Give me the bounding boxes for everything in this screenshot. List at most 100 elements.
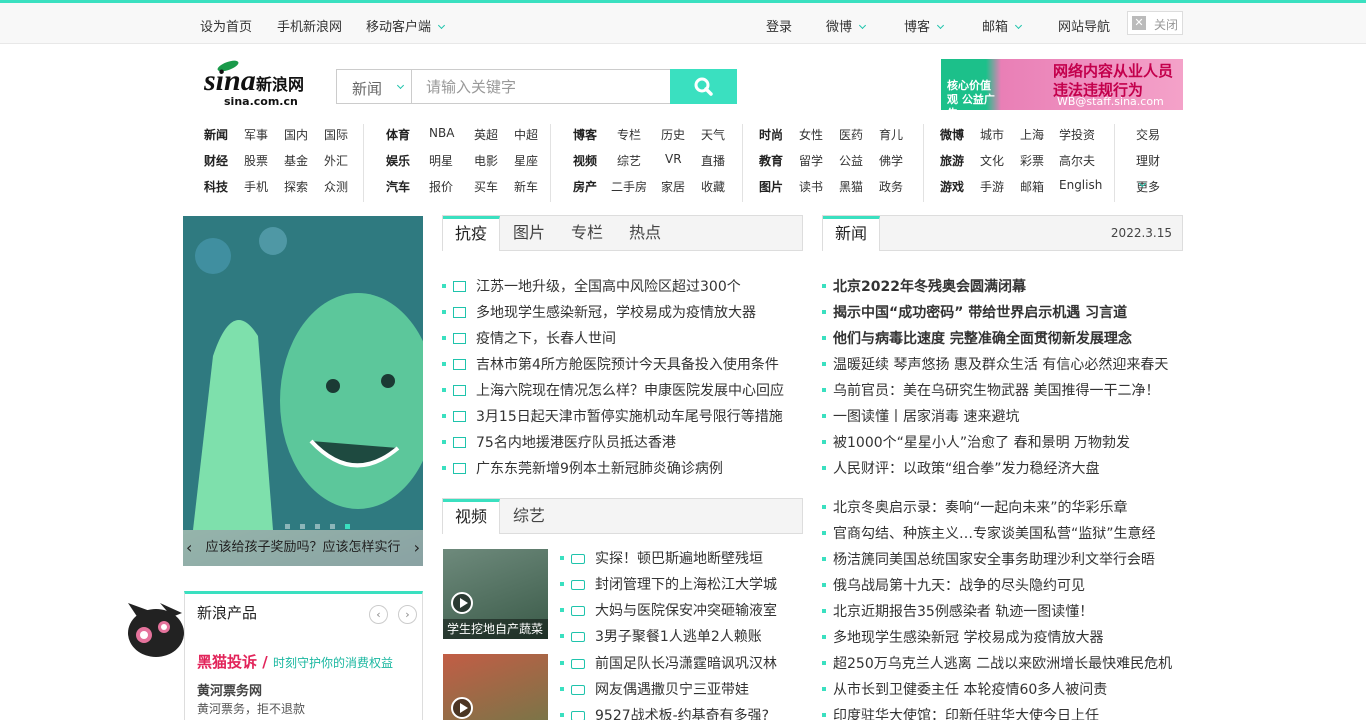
nav-link[interactable]: 收藏 — [701, 178, 725, 195]
nav-link[interactable]: 科技 — [204, 178, 228, 195]
huanghe-link[interactable]: 黄河票务网 — [197, 680, 262, 699]
nav-link[interactable]: 英超 — [474, 126, 498, 143]
nav-link[interactable]: 黑猫 — [839, 178, 863, 195]
nav-link[interactable]: 专栏 — [617, 126, 641, 143]
nav-link[interactable]: 国内 — [284, 126, 308, 143]
search-button[interactable] — [670, 69, 737, 104]
nav-link[interactable]: 电影 — [474, 152, 498, 169]
list-item[interactable]: 大妈与医院保安冲突砸输液室 — [560, 600, 777, 620]
nav-link[interactable]: 理财 — [1136, 152, 1160, 169]
photo-carousel[interactable]: ‹ 应该给孩子奖励吗？应该怎样实行 › — [183, 216, 423, 566]
nav-link[interactable]: 游戏 — [940, 178, 964, 195]
nav-link[interactable]: 基金 — [284, 152, 308, 169]
list-item[interactable]: 3男子聚餐1人逃单2人赖账 — [560, 626, 762, 646]
list-item[interactable]: 吉林市第4所方舱医院预计今天具备投入使用条件 — [442, 354, 779, 374]
nav-link[interactable]: 邮箱 — [1020, 178, 1044, 195]
nav-link[interactable]: 外汇 — [324, 152, 348, 169]
nav-link[interactable]: 手机 — [244, 178, 268, 195]
tab-variety[interactable]: 综艺 — [501, 499, 557, 534]
nav-link[interactable]: 微博 — [940, 126, 964, 143]
list-item[interactable]: 封闭管理下的上海松江大学城 — [560, 574, 777, 594]
nav-link[interactable]: 众测 — [324, 178, 348, 195]
tab-kangyi[interactable]: 抗疫 — [443, 216, 501, 251]
nav-link[interactable]: 天气 — [701, 126, 725, 143]
carousel-dot[interactable] — [315, 524, 320, 529]
list-item[interactable]: 广东东莞新增9例本土新冠肺炎确诊病例 — [442, 458, 723, 478]
nav-link[interactable]: 综艺 — [617, 152, 641, 169]
list-item[interactable]: 3月15日起天津市暂停实施机动车尾号限行等措施 — [442, 406, 783, 426]
headline-item[interactable]: 揭示中国“成功密码” 带给世界启示机遇 习言道 — [821, 302, 1127, 322]
carousel-dot[interactable] — [330, 524, 335, 529]
nav-more-menu[interactable]: 更多 — [1136, 178, 1160, 194]
headline-item[interactable]: 北京2022年冬残奥会圆满闭幕 — [822, 276, 1026, 296]
nav-link[interactable]: 国际 — [324, 126, 348, 143]
list-item[interactable]: 官商勾结、种族主义…专家谈美国私营“监狱”生意经 — [822, 523, 1156, 543]
nav-link[interactable]: 读书 — [799, 178, 823, 195]
chevron-left-icon[interactable]: ‹ — [186, 530, 192, 566]
list-item[interactable]: 被1000个“星星小人”治愈了 春和景明 万物勃发 — [821, 432, 1130, 452]
nav-link[interactable]: 二手房 — [611, 178, 647, 195]
nav-link[interactable]: English — [1059, 178, 1102, 192]
chevron-right-icon[interactable]: › — [414, 530, 420, 566]
carousel-dot[interactable] — [285, 524, 290, 529]
blog-menu[interactable]: 博客 — [904, 16, 945, 35]
login-link[interactable]: 登录 — [766, 16, 792, 35]
black-cat-mascot-icon[interactable] — [120, 593, 186, 663]
nav-link[interactable]: 高尔夫 — [1059, 152, 1095, 169]
nav-link[interactable]: 家居 — [661, 178, 685, 195]
nav-link[interactable]: 时尚 — [759, 126, 783, 143]
list-item[interactable]: 超250万乌克兰人逃离 二战以来欧洲增长最快难民危机 — [821, 653, 1172, 673]
mail-menu[interactable]: 邮箱 — [982, 16, 1023, 35]
set-home-link[interactable]: 设为首页 — [200, 16, 252, 35]
sina-logo[interactable]: sina 新浪网 sina.com.cn — [204, 60, 316, 108]
nav-link[interactable]: 股票 — [244, 152, 268, 169]
headline-item[interactable]: 他们与病毒比速度 完整准确全面贯彻新发展理念 — [822, 328, 1132, 348]
list-item[interactable]: 75名内地援港医疗队员抵达香港 — [442, 432, 676, 452]
nav-link[interactable]: 公益 — [839, 152, 863, 169]
nav-link[interactable]: 探索 — [284, 178, 308, 195]
list-item[interactable]: 北京冬奥启示录：奏响“一起向未来”的华彩乐章 — [822, 497, 1128, 517]
tab-video[interactable]: 视频 — [443, 499, 501, 534]
close-button[interactable]: ✕ 关闭 — [1127, 11, 1183, 35]
tab-photos[interactable]: 图片 — [501, 216, 557, 251]
nav-link[interactable]: 彩票 — [1020, 152, 1044, 169]
carousel-dot[interactable] — [345, 524, 350, 529]
nav-link[interactable]: 育儿 — [879, 126, 903, 143]
carousel-dot[interactable] — [300, 524, 305, 529]
tab-hot[interactable]: 热点 — [617, 216, 673, 251]
nav-link[interactable]: 交易 — [1136, 126, 1160, 143]
chevron-right-icon[interactable]: › — [398, 605, 417, 624]
list-item[interactable]: 北京近期报告35例感染者 轨迹一图读懂！ — [821, 601, 1093, 621]
nav-link[interactable]: 文化 — [980, 152, 1004, 169]
list-item[interactable]: 9527战术板-约基奇有多强? — [559, 705, 769, 720]
nav-link[interactable]: 新车 — [514, 178, 538, 195]
list-item[interactable]: 网友偶遇撒贝宁三亚带娃 — [560, 679, 749, 699]
list-item[interactable]: 人民财评：以政策“组合拳”发力稳经济大盘 — [822, 458, 1100, 478]
list-item[interactable]: 温暖延续 琴声悠扬 惠及群众生活 有信心必然迎来春天 — [821, 354, 1168, 374]
nav-link[interactable]: 上海 — [1020, 126, 1044, 143]
nav-link[interactable]: 旅游 — [940, 152, 964, 169]
nav-link[interactable]: 中超 — [514, 126, 538, 143]
nav-link[interactable]: 博客 — [573, 126, 597, 143]
list-item[interactable]: 多地现学生感染新冠 学校易成为疫情放大器 — [821, 627, 1103, 647]
nav-link[interactable]: 娱乐 — [386, 152, 410, 169]
weibo-menu[interactable]: 微博 — [826, 16, 867, 35]
list-item[interactable]: 从市长到卫健委主任 本轮疫情60多人被问责 — [821, 679, 1107, 699]
tab-columns[interactable]: 专栏 — [559, 216, 615, 251]
mobile-client-menu[interactable]: 移动客户端 — [366, 16, 446, 35]
nav-link[interactable]: 女性 — [799, 126, 823, 143]
list-item[interactable]: 多地现学生感染新冠，学校易成为疫情放大器 — [442, 302, 756, 322]
nav-link[interactable]: 留学 — [799, 152, 823, 169]
tab-news[interactable]: 新闻 — [823, 216, 881, 251]
nav-link[interactable]: 房产 — [573, 178, 597, 195]
list-item[interactable]: 杨洁篪同美国总统国家安全事务助理沙利文举行会晤 — [822, 549, 1155, 569]
nav-link[interactable]: 佛学 — [879, 152, 903, 169]
list-item[interactable]: 疫情之下，长春人世间 — [442, 328, 616, 348]
nav-link[interactable]: 体育 — [386, 126, 410, 143]
nav-link[interactable]: 明星 — [429, 152, 453, 169]
nav-link[interactable]: 汽车 — [386, 178, 410, 195]
nav-link[interactable]: 医药 — [839, 126, 863, 143]
site-nav-link[interactable]: 网站导航 — [1058, 16, 1110, 35]
nav-link[interactable]: VR — [665, 152, 682, 166]
nav-link[interactable]: 视频 — [573, 152, 597, 169]
